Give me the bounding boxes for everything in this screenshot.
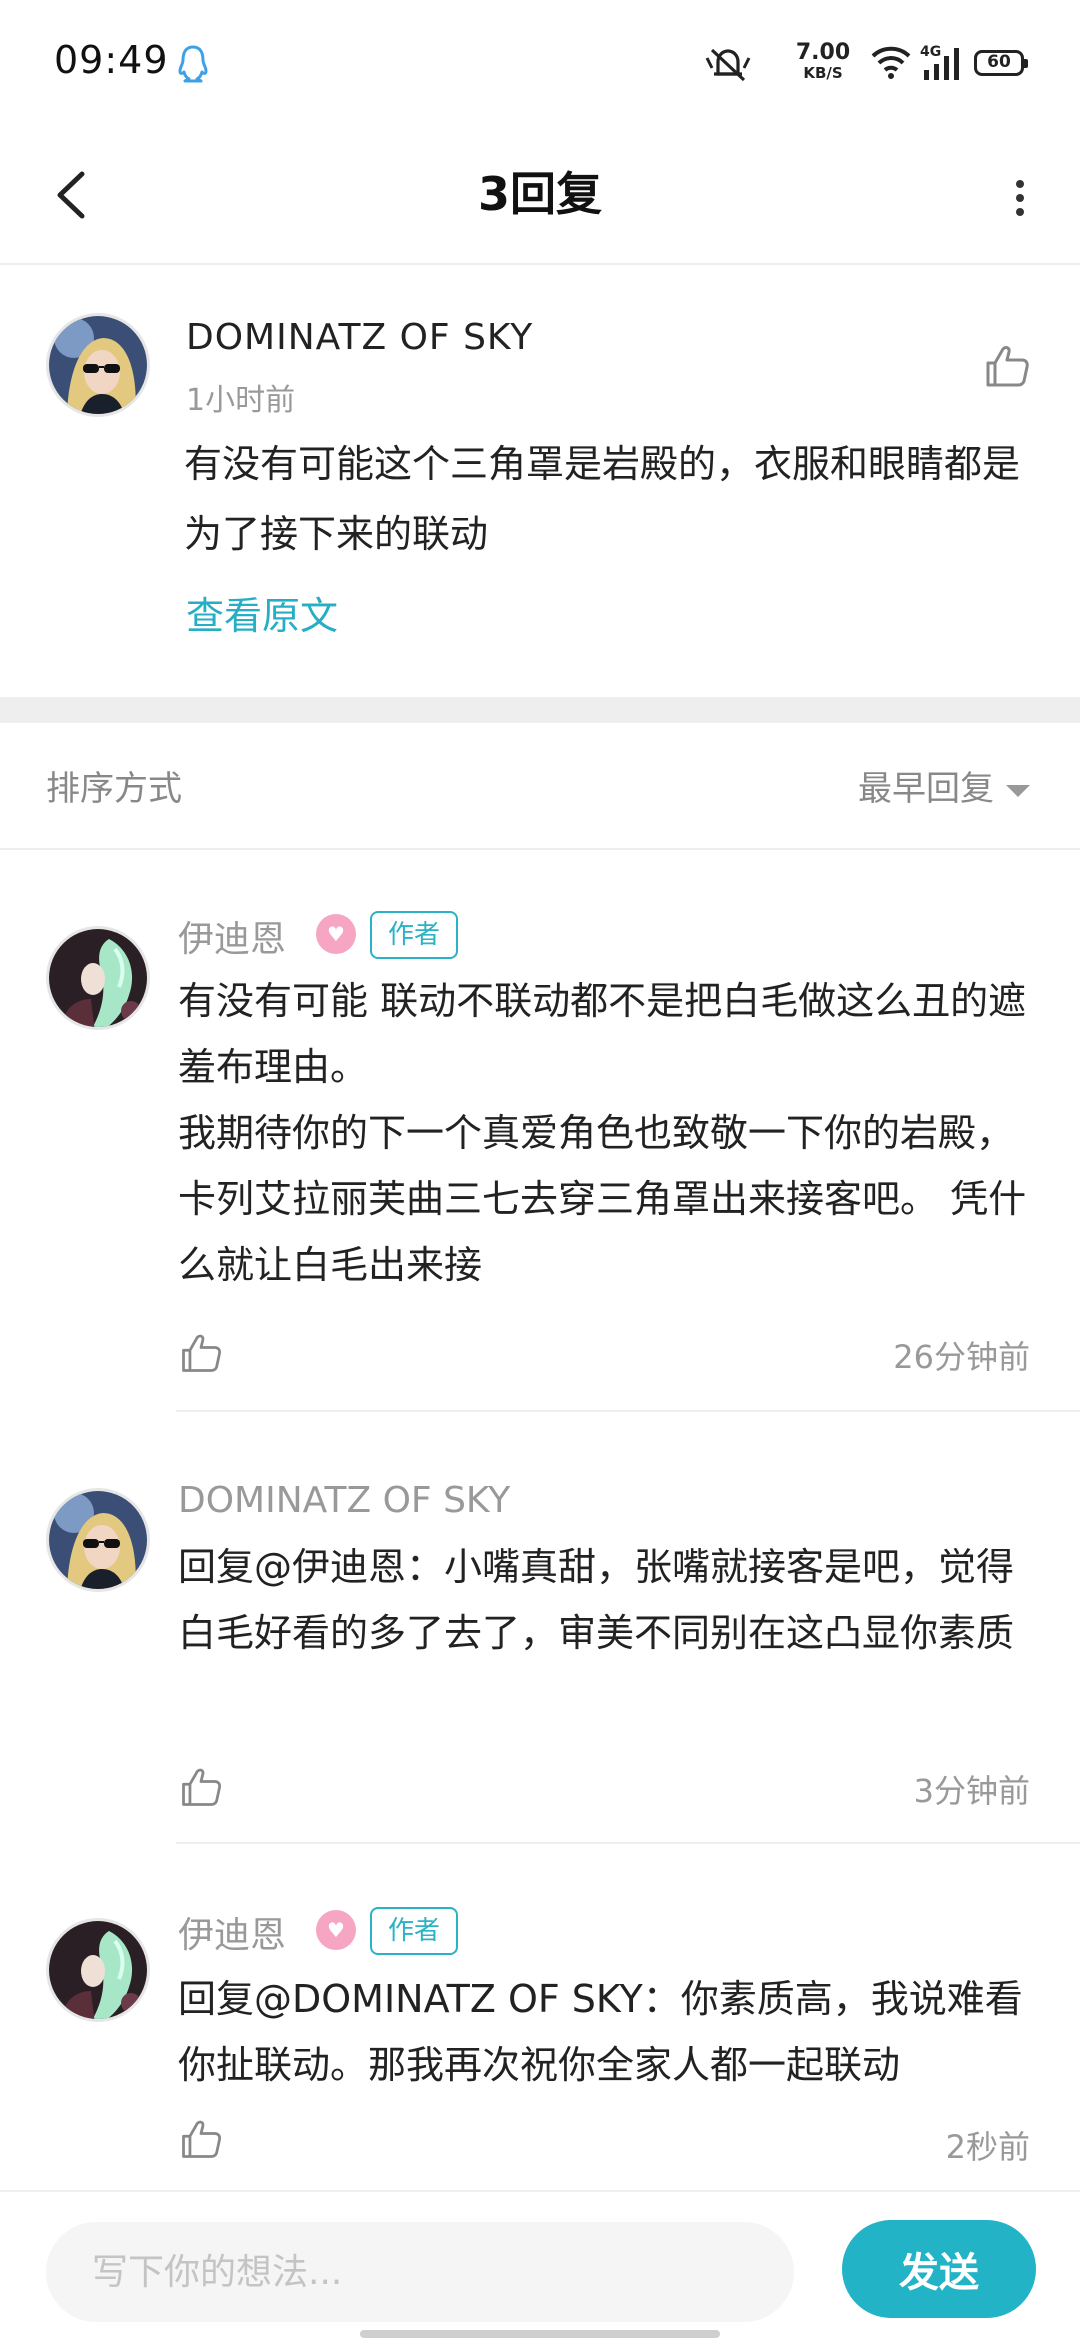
reply-time: 26分钟前 (893, 1338, 1030, 1376)
reply-item: 伊迪恩 ♥ 作者 回复@DOMINATZ OF SKY：你素质高，我说难看你扯联… (0, 1846, 1080, 2190)
reply-divider (176, 1410, 1080, 1412)
comment-time: 1小时前 (186, 383, 296, 418)
comment-composer: 发送 (0, 2190, 1080, 2340)
svg-text:4G: 4G (920, 44, 941, 60)
mute-icon (704, 44, 752, 88)
avatar[interactable] (46, 313, 150, 417)
reply-time: 2秒前 (945, 2128, 1030, 2166)
more-vertical-icon (1016, 180, 1024, 188)
sort-dropdown[interactable]: 最早回复 (858, 761, 1030, 810)
like-button[interactable] (178, 1764, 224, 1810)
battery-icon: 60 (974, 50, 1028, 76)
sort-label: 排序方式 (46, 769, 182, 809)
like-button[interactable] (178, 1330, 224, 1376)
like-button[interactable] (982, 341, 1032, 391)
more-button[interactable] (990, 160, 1050, 230)
avatar[interactable] (46, 926, 150, 1030)
network-speed: 7.00 KB/S (788, 42, 858, 81)
reply-text: 有没有可能 联动不联动都不是把白毛做这么丑的遮羞布理由。 我期待你的下一个真爱角… (178, 968, 1038, 1298)
reply-text-line: 回复@DOMINATZ OF SKY：你素质高，我说难看你扯联动。那我再次祝你全… (178, 1977, 1023, 2087)
caret-down-icon (1006, 784, 1030, 797)
reply-text-line: 我期待你的下一个真爱角色也致敬一下你的岩殿，卡列艾拉丽芙曲三七去穿三角罩出来接客… (178, 1111, 1027, 1287)
reply-text: 回复@伊迪恩：小嘴真甜，张嘴就接客是吧，觉得白毛好看的多了去了，审美不同别在这凸… (178, 1534, 1038, 1666)
like-button[interactable] (178, 2116, 224, 2162)
thumbs-up-icon (986, 346, 1029, 387)
view-original-link[interactable]: 查看原文 (186, 585, 338, 640)
wifi-icon (870, 44, 912, 84)
level-badge-icon: ♥ (316, 914, 356, 954)
net-speed-unit: KB/S (803, 64, 843, 82)
main-comment: DOMINATZ OF SKY 1小时前 有没有可能这个三角罩是岩殿的，衣服和眼… (0, 267, 1080, 697)
status-time: 09:49 (54, 38, 169, 82)
reply-item: 伊迪恩 ♥ 作者 有没有可能 联动不联动都不是把白毛做这么丑的遮羞布理由。 我期… (0, 852, 1080, 1412)
reply-author[interactable]: DOMINATZ OF SKY (178, 1480, 510, 1521)
sort-bar: 排序方式 最早回复 (0, 723, 1080, 850)
comment-author[interactable]: DOMINATZ OF SKY (186, 317, 533, 358)
author-tag: 作者 (370, 911, 459, 959)
reply-time: 3分钟前 (913, 1772, 1030, 1810)
comment-text: 有没有可能这个三角罩是岩殿的，衣服和眼睛都是为了接下来的联动 (184, 442, 1021, 556)
avatar[interactable] (46, 1918, 150, 2022)
app-header: 3回复 (0, 130, 1080, 265)
thumbs-up-icon (182, 2120, 221, 2158)
reply-divider (176, 1842, 1080, 1844)
net-speed-value: 7.00 (795, 40, 851, 65)
section-divider (0, 697, 1080, 723)
send-button[interactable]: 发送 (842, 2220, 1036, 2318)
sort-selected-value: 最早回复 (858, 769, 994, 809)
thumbs-up-icon (182, 1768, 221, 1806)
reply-text-line: 有没有可能 联动不联动都不是把白毛做这么丑的遮羞布理由。 (178, 979, 1027, 1089)
signal-icon: 4G (920, 42, 964, 86)
thumbs-up-icon (182, 1334, 221, 1372)
level-badge-icon: ♥ (316, 1910, 356, 1950)
status-bar: 09:49 7.00 KB/S 4G 60 (0, 0, 1080, 130)
page-title: 3回复 (477, 167, 602, 221)
reply-text-line: 回复@伊迪恩：小嘴真甜，张嘴就接客是吧，觉得白毛好看的多了去了，审美不同别在这凸… (178, 1545, 1015, 1655)
avatar[interactable] (46, 1488, 150, 1592)
qq-icon (176, 44, 210, 88)
reply-author[interactable]: 伊迪恩 (178, 1906, 286, 1958)
reply-item: DOMINATZ OF SKY 回复@伊迪恩：小嘴真甜，张嘴就接客是吧，觉得白毛… (0, 1414, 1080, 1844)
reply-text: 回复@DOMINATZ OF SKY：你素质高，我说难看你扯联动。那我再次祝你全… (178, 1966, 1038, 2098)
author-tag: 作者 (370, 1907, 459, 1955)
home-indicator[interactable] (360, 2330, 720, 2338)
comment-input[interactable] (46, 2222, 794, 2322)
reply-author[interactable]: 伊迪恩 (178, 910, 286, 962)
